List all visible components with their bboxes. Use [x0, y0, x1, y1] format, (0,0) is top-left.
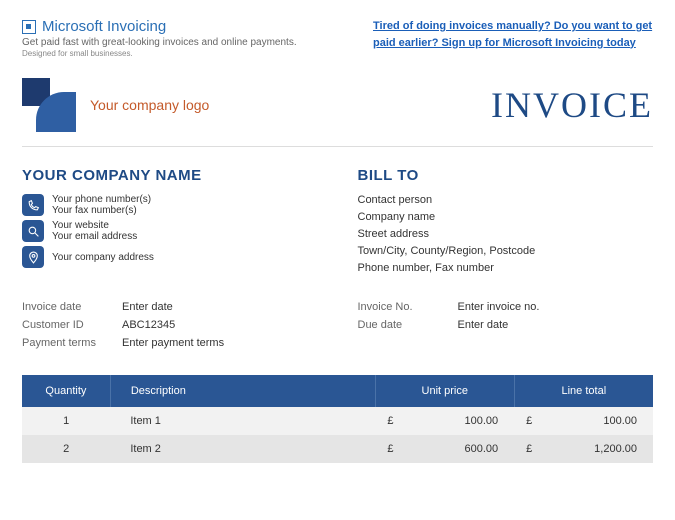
divider	[22, 146, 653, 147]
line-items-table: Quantity Description Unit price Line tot…	[22, 375, 653, 463]
invoice-no-value: Enter invoice no.	[458, 301, 540, 313]
billto-company: Company name	[358, 211, 654, 223]
payment-terms-label: Payment terms	[22, 337, 122, 349]
billto-contact: Contact person	[358, 194, 654, 206]
invoice-date-value: Enter date	[122, 301, 173, 313]
company-fax: Your fax number(s)	[52, 205, 151, 216]
cell-unit: £100.00	[375, 407, 514, 435]
company-heading: YOUR COMPANY NAME	[22, 167, 318, 184]
brand-subtag: Designed for small businesses.	[22, 49, 297, 58]
billto-city: Town/City, County/Region, Postcode	[358, 245, 654, 257]
phone-icon	[22, 194, 44, 216]
ms-invoicing-icon	[22, 20, 36, 34]
invoice-title: INVOICE	[491, 84, 653, 126]
payment-terms-value: Enter payment terms	[122, 337, 224, 349]
cell-total: £1,200.00	[514, 435, 653, 463]
th-unit-price: Unit price	[375, 375, 514, 407]
table-row: 1 Item 1 £100.00 £100.00	[22, 407, 653, 435]
th-line-total: Line total	[514, 375, 653, 407]
due-date-label: Due date	[358, 319, 458, 331]
billto-phone: Phone number, Fax number	[358, 262, 654, 274]
cell-qty: 1	[22, 407, 110, 435]
due-date-value: Enter date	[458, 319, 509, 331]
invoice-date-label: Invoice date	[22, 301, 122, 313]
invoice-document: Microsoft Invoicing Get paid fast with g…	[0, 0, 675, 481]
customer-id-value: ABC12345	[122, 319, 175, 331]
logo-placeholder-text: Your company logo	[90, 97, 209, 113]
cell-qty: 2	[22, 435, 110, 463]
brand-tagline: Get paid fast with great-looking invoice…	[22, 37, 297, 48]
billto-heading: BILL TO	[358, 167, 654, 184]
location-icon	[22, 246, 44, 268]
company-website: Your website	[52, 220, 137, 231]
search-icon	[22, 220, 44, 242]
brand-block: Microsoft Invoicing Get paid fast with g…	[22, 18, 297, 58]
invoice-no-label: Invoice No.	[358, 301, 458, 313]
company-address: Your company address	[52, 252, 154, 263]
billto-street: Street address	[358, 228, 654, 240]
brand-title: Microsoft Invoicing	[42, 18, 166, 35]
cell-total: £100.00	[514, 407, 653, 435]
promo-link[interactable]: Tired of doing invoices manually? Do you…	[373, 18, 653, 58]
th-description: Description	[110, 375, 375, 407]
company-phone: Your phone number(s)	[52, 194, 151, 205]
th-quantity: Quantity	[22, 375, 110, 407]
customer-id-label: Customer ID	[22, 319, 122, 331]
table-row: 2 Item 2 £600.00 £1,200.00	[22, 435, 653, 463]
cell-desc: Item 2	[110, 435, 375, 463]
company-logo-icon	[22, 78, 76, 132]
company-email: Your email address	[52, 231, 137, 242]
cell-unit: £600.00	[375, 435, 514, 463]
cell-desc: Item 1	[110, 407, 375, 435]
